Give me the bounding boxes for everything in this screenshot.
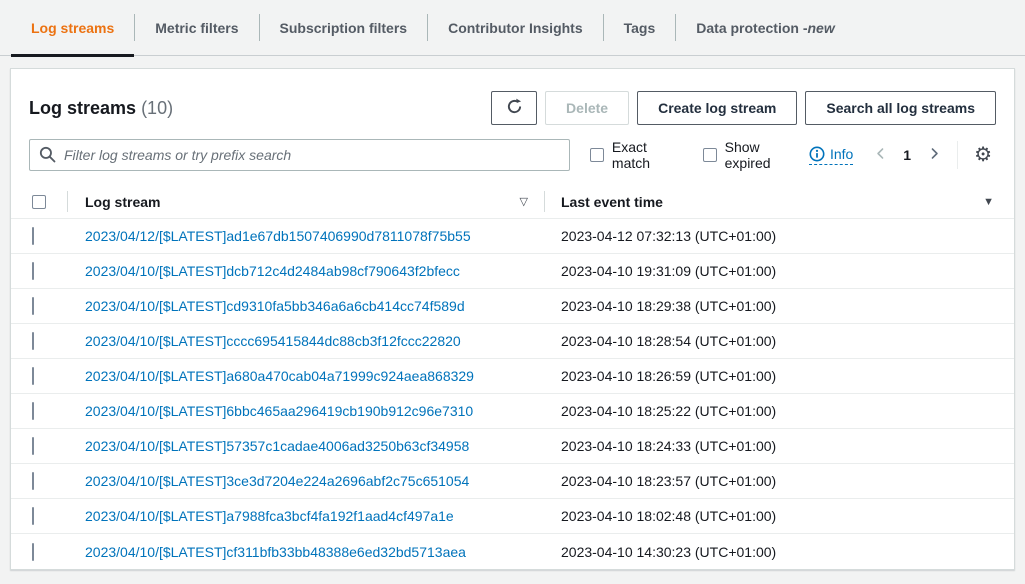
sort-icon-outline[interactable]: ▽ [520, 195, 528, 208]
column-header-log-stream[interactable]: Log stream ▽ [67, 185, 544, 218]
log-stream-link[interactable]: 2023/04/10/[$LATEST]57357c1cadae4006ad32… [85, 438, 469, 454]
row-checkbox[interactable] [32, 402, 34, 420]
table-row: 2023/04/10/[$LATEST]cd9310fa5bb346a6a6cb… [11, 289, 1014, 324]
column-header-last-event-time[interactable]: Last event time ▼ [544, 185, 1014, 218]
search-box [29, 139, 570, 171]
exact-match-option[interactable]: Exact match [590, 139, 687, 171]
panel-title-wrap: Log streams (10) [29, 98, 173, 119]
filter-options: Exact match Show expired [590, 139, 807, 171]
log-stream-link[interactable]: 2023/04/10/[$LATEST]cd9310fa5bb346a6a6cb… [85, 298, 465, 314]
tab-log-streams[interactable]: Log streams [11, 0, 134, 55]
last-event-time: 2023-04-10 18:23:57 (UTC+01:00) [544, 473, 1014, 489]
last-event-time: 2023-04-10 19:31:09 (UTC+01:00) [544, 263, 1014, 279]
last-event-time: 2023-04-10 14:30:23 (UTC+01:00) [544, 544, 1014, 560]
previous-page-button[interactable] [867, 142, 893, 168]
chevron-right-icon [928, 147, 941, 163]
tab-label: Metric filters [155, 20, 238, 36]
tab-label: Subscription filters [280, 20, 408, 36]
column-label: Log stream [85, 194, 160, 210]
row-checkbox[interactable] [32, 332, 34, 350]
tab-bar: Log streams Metric filters Subscription … [0, 0, 1025, 56]
row-checkbox[interactable] [32, 507, 34, 525]
log-stream-link[interactable]: 2023/04/10/[$LATEST]a7988fca3bcf4fa192f1… [85, 508, 454, 524]
page-title: Log streams [29, 98, 136, 118]
table-row: 2023/04/10/[$LATEST]a7988fca3bcf4fa192f1… [11, 499, 1014, 534]
row-checkbox[interactable] [32, 437, 34, 455]
tab-tags[interactable]: Tags [604, 0, 676, 55]
log-streams-table: Log stream ▽ Last event time ▼ 2023/04/1… [11, 185, 1014, 569]
table-body: 2023/04/12/[$LATEST]ad1e67db1507406990d7… [11, 219, 1014, 569]
row-checkbox[interactable] [32, 297, 34, 315]
preferences-button[interactable]: ⚙ [970, 143, 996, 167]
show-expired-option[interactable]: Show expired [703, 139, 807, 171]
row-checkbox[interactable] [32, 367, 34, 385]
log-stream-link[interactable]: 2023/04/10/[$LATEST]dcb712c4d2484ab98cf7… [85, 263, 460, 279]
next-page-button[interactable] [921, 142, 947, 168]
log-stream-link[interactable]: 2023/04/10/[$LATEST]cccc695415844dc88cb3… [85, 333, 461, 349]
toolbar-divider [957, 141, 958, 169]
last-event-time: 2023-04-10 18:25:22 (UTC+01:00) [544, 403, 1014, 419]
table-row: 2023/04/10/[$LATEST]cf311bfb33bb48388e6e… [11, 534, 1014, 569]
last-event-time: 2023-04-10 18:02:48 (UTC+01:00) [544, 508, 1014, 524]
refresh-icon [506, 98, 523, 118]
log-stream-link[interactable]: 2023/04/12/[$LATEST]ad1e67db1507406990d7… [85, 228, 471, 244]
tab-data-protection[interactable]: Data protection - new [676, 0, 854, 55]
tab-contributor-insights[interactable]: Contributor Insights [428, 0, 603, 55]
last-event-time: 2023-04-10 18:28:54 (UTC+01:00) [544, 333, 1014, 349]
table-row: 2023/04/10/[$LATEST]57357c1cadae4006ad32… [11, 429, 1014, 464]
info-link[interactable]: Info [830, 146, 853, 162]
table-row: 2023/04/10/[$LATEST]6bbc465aa296419cb190… [11, 394, 1014, 429]
row-checkbox[interactable] [32, 472, 34, 490]
log-streams-panel: Log streams (10) Delete Create log strea… [10, 68, 1015, 570]
table-row: 2023/04/10/[$LATEST]cccc695415844dc88cb3… [11, 324, 1014, 359]
table-row: 2023/04/10/[$LATEST]3ce3d7204e224a2696ab… [11, 464, 1014, 499]
last-event-time: 2023-04-10 18:24:33 (UTC+01:00) [544, 438, 1014, 454]
tab-label: Data protection - [696, 20, 807, 36]
table-row: 2023/04/10/[$LATEST]dcb712c4d2484ab98cf7… [11, 254, 1014, 289]
sort-icon-descending[interactable]: ▼ [983, 196, 994, 208]
tab-label: Tags [624, 20, 656, 36]
action-buttons: Delete Create log stream Search all log … [491, 91, 996, 125]
table-row: 2023/04/12/[$LATEST]ad1e67db1507406990d7… [11, 219, 1014, 254]
select-all-checkbox[interactable] [32, 195, 46, 209]
tab-subscription-filters[interactable]: Subscription filters [260, 0, 428, 55]
tab-label-new-badge: new [808, 20, 835, 36]
gear-icon: ⚙ [974, 144, 992, 166]
tab-label: Log streams [31, 20, 114, 36]
chevron-left-icon [874, 147, 887, 163]
table-row: 2023/04/10/[$LATEST]a680a470cab04a71999c… [11, 359, 1014, 394]
last-event-time: 2023-04-10 18:26:59 (UTC+01:00) [544, 368, 1014, 384]
search-input[interactable] [29, 139, 570, 171]
log-stream-link[interactable]: 2023/04/10/[$LATEST]6bbc465aa296419cb190… [85, 403, 473, 419]
info-link-group[interactable]: Info [809, 146, 853, 165]
pagination: 1 [867, 142, 947, 168]
last-event-time: 2023-04-12 07:32:13 (UTC+01:00) [544, 228, 1014, 244]
tab-metric-filters[interactable]: Metric filters [135, 0, 258, 55]
table-header: Log stream ▽ Last event time ▼ [11, 185, 1014, 219]
exact-match-checkbox[interactable] [590, 148, 604, 162]
item-count: (10) [141, 98, 173, 118]
last-event-time: 2023-04-10 18:29:38 (UTC+01:00) [544, 298, 1014, 314]
log-stream-link[interactable]: 2023/04/10/[$LATEST]cf311bfb33bb48388e6e… [85, 544, 466, 560]
panel-header: Log streams (10) Delete Create log strea… [11, 69, 1014, 131]
column-label: Last event time [561, 194, 663, 210]
log-stream-link[interactable]: 2023/04/10/[$LATEST]3ce3d7204e224a2696ab… [85, 473, 469, 489]
info-icon [809, 146, 825, 162]
filter-toolbar: Exact match Show expired Info [11, 131, 1014, 185]
row-checkbox[interactable] [32, 543, 34, 561]
row-checkbox[interactable] [32, 227, 34, 245]
current-page: 1 [893, 147, 921, 163]
create-log-stream-button[interactable]: Create log stream [637, 91, 797, 125]
row-checkbox[interactable] [32, 262, 34, 280]
exact-match-label: Exact match [612, 139, 687, 171]
log-stream-link[interactable]: 2023/04/10/[$LATEST]a680a470cab04a71999c… [85, 368, 474, 384]
refresh-button[interactable] [491, 91, 537, 125]
delete-button[interactable]: Delete [545, 91, 629, 125]
tab-label: Contributor Insights [448, 20, 583, 36]
show-expired-checkbox[interactable] [703, 148, 717, 162]
show-expired-label: Show expired [725, 139, 807, 171]
search-all-log-streams-button[interactable]: Search all log streams [805, 91, 996, 125]
